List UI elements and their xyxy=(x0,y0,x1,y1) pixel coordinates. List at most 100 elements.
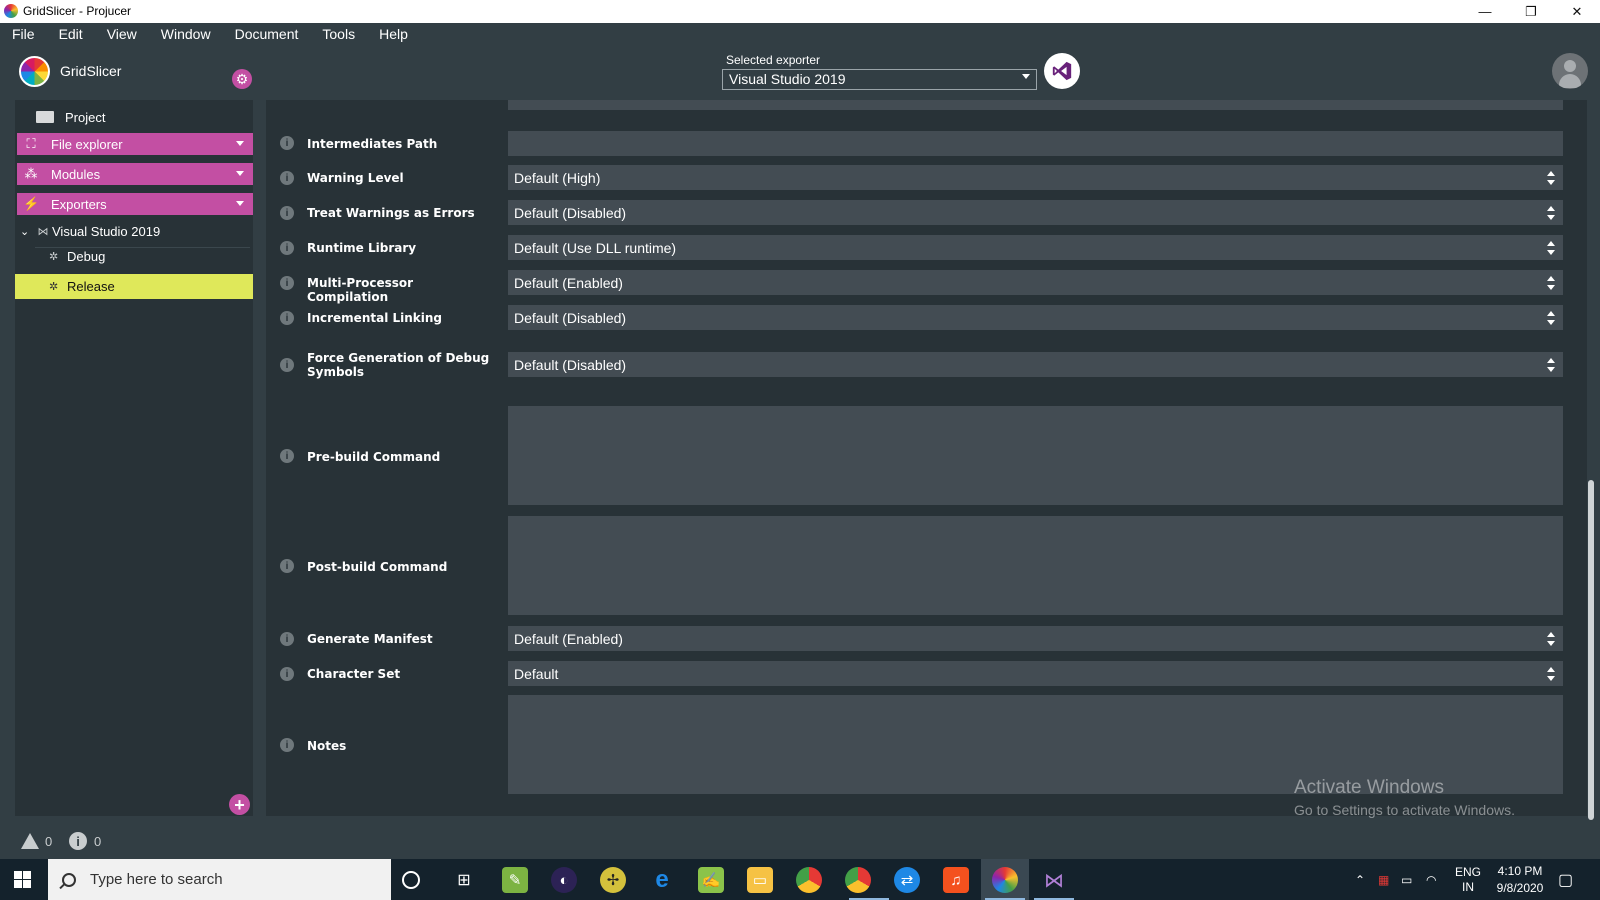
tray-app-icon[interactable]: ▦ xyxy=(1378,859,1389,900)
chevron-down-icon[interactable] xyxy=(236,141,244,146)
sidebar-section-file-explorer[interactable]: ⛶ File explorer xyxy=(17,133,253,155)
treat-warnings-select[interactable]: Default (Disabled) xyxy=(508,200,1563,225)
menu-view[interactable]: View xyxy=(95,26,149,42)
user-avatar[interactable] xyxy=(1552,53,1588,89)
battery-icon[interactable]: ▭ xyxy=(1401,859,1412,900)
add-exporter-button[interactable]: + xyxy=(229,794,250,815)
tree-item-release[interactable]: ✲ Release xyxy=(49,275,115,297)
character-set-select[interactable]: Default xyxy=(508,661,1563,686)
save-and-open-in-ide-button[interactable] xyxy=(1044,53,1080,89)
info-icon[interactable]: i xyxy=(280,358,294,372)
menu-tools[interactable]: Tools xyxy=(310,26,367,42)
language-indicator[interactable]: ENG IN xyxy=(1455,859,1481,900)
chrome-icon[interactable] xyxy=(796,867,822,893)
projucer-app-icon xyxy=(4,4,18,18)
lang-label: ENG xyxy=(1455,864,1482,879)
status-bar: 0 i 0 xyxy=(0,826,1600,856)
task-view-icon[interactable]: ⊞ xyxy=(451,867,477,893)
select-value: Default (Enabled) xyxy=(514,274,623,291)
sidebar: Project ⛶ File explorer ⁂ Modules ⚡ Expo… xyxy=(15,100,253,816)
visual-studio-icon: ⋈ xyxy=(37,225,49,238)
property-label: Runtime Library xyxy=(307,241,417,255)
info-icon[interactable]: i xyxy=(280,206,294,220)
info-icon[interactable]: i xyxy=(280,136,294,150)
search-placeholder: Type here to search xyxy=(90,871,223,888)
cortana-icon[interactable] xyxy=(402,871,420,889)
tree-item-visual-studio-2019[interactable]: ⌄ ⋈ Visual Studio 2019 xyxy=(20,220,160,242)
post-build-command-textarea[interactable] xyxy=(508,516,1563,615)
info-icon[interactable]: i xyxy=(280,632,294,646)
debug-symbols-select[interactable]: Default (Disabled) xyxy=(508,352,1563,377)
file-explorer-icon[interactable]: ▭ xyxy=(747,867,773,893)
info-count: 0 xyxy=(94,834,102,849)
generate-manifest-select[interactable]: Default (Enabled) xyxy=(508,626,1563,651)
menu-help[interactable]: Help xyxy=(367,26,420,42)
chevron-down-icon[interactable] xyxy=(236,171,244,176)
selected-exporter-label: Selected exporter xyxy=(726,53,821,67)
info-icon[interactable]: i xyxy=(280,449,294,463)
restore-button[interactable]: ❐ xyxy=(1508,0,1554,23)
close-button[interactable]: ✕ xyxy=(1554,0,1600,23)
chevron-down-icon[interactable] xyxy=(236,201,244,206)
project-settings-gear-icon[interactable]: ⚙ xyxy=(232,69,252,89)
exporter-dropdown[interactable]: Visual Studio 2019 xyxy=(722,69,1037,90)
tool-app-icon[interactable]: ✢ xyxy=(600,867,626,893)
projucer-icon[interactable] xyxy=(992,867,1018,893)
wifi-icon[interactable]: ◠ xyxy=(1426,859,1436,900)
chevron-down-icon[interactable]: ⌄ xyxy=(20,225,34,238)
info-icon[interactable]: i xyxy=(69,832,87,850)
warning-icon[interactable] xyxy=(21,833,39,849)
info-icon[interactable]: i xyxy=(280,559,294,573)
sidebar-item-project[interactable]: Project xyxy=(15,106,253,128)
taskbar-search-box[interactable]: Type here to search xyxy=(48,859,391,900)
menu-document[interactable]: Document xyxy=(223,26,311,42)
avatar-head xyxy=(1564,60,1576,72)
tree-item-release-selected[interactable]: ✲ Release xyxy=(15,274,253,299)
info-icon[interactable]: i xyxy=(280,276,294,290)
vertical-scrollbar[interactable] xyxy=(1588,480,1594,820)
multi-processor-select[interactable]: Default (Enabled) xyxy=(508,270,1563,295)
config-label: Release xyxy=(67,278,115,294)
notepad-plus-icon[interactable]: ✎ xyxy=(502,867,528,893)
tree-item-debug[interactable]: ✲ Debug xyxy=(49,245,105,267)
project-name: GridSlicer xyxy=(60,63,122,79)
chrome-icon-2[interactable] xyxy=(845,867,871,893)
visual-studio-icon[interactable]: ⋈ xyxy=(1041,867,1067,893)
info-icon[interactable]: i xyxy=(280,311,294,325)
partial-field xyxy=(508,100,1563,110)
property-label: Pre-build Command xyxy=(307,450,441,464)
select-value: Default (Disabled) xyxy=(514,356,627,373)
runtime-library-select[interactable]: Default (Use DLL runtime) xyxy=(508,235,1563,260)
edge-icon[interactable]: e xyxy=(649,866,675,893)
config-gear-icon: ✲ xyxy=(49,250,59,263)
menu-edit[interactable]: Edit xyxy=(47,26,95,42)
select-value: Default (Disabled) xyxy=(514,309,627,326)
exporter-properties-panel[interactable]: i Intermediates Path i Warning Level Def… xyxy=(266,100,1587,816)
window-title: GridSlicer - Projucer xyxy=(23,4,132,18)
info-icon[interactable]: i xyxy=(280,241,294,255)
tray-up-arrow-icon[interactable]: ⌃ xyxy=(1355,859,1365,900)
warning-level-select[interactable]: Default (High) xyxy=(508,165,1563,190)
watermark-subtitle: Go to Settings to activate Windows. xyxy=(1294,802,1515,818)
info-icon[interactable]: i xyxy=(280,738,294,752)
sidebar-section-modules[interactable]: ⁂ Modules xyxy=(17,163,253,185)
up-down-arrows-icon xyxy=(1547,356,1555,374)
chevron-down-icon xyxy=(1022,74,1030,79)
intermediates-path-input[interactable] xyxy=(508,131,1563,156)
windows-start-icon[interactable] xyxy=(14,871,31,888)
minimize-button[interactable]: — xyxy=(1462,0,1508,23)
sidebar-section-exporters[interactable]: ⚡ Exporters xyxy=(17,193,253,215)
info-icon[interactable]: i xyxy=(280,171,294,185)
eclipse-icon[interactable]: ◐ xyxy=(551,867,577,893)
teamviewer-icon[interactable]: ⇄ xyxy=(894,867,920,893)
clock[interactable]: 4:10 PM 9/8/2020 xyxy=(1492,859,1548,900)
menu-file[interactable]: File xyxy=(0,26,47,42)
menu-window[interactable]: Window xyxy=(149,26,223,42)
music-app-icon[interactable]: ♫ xyxy=(943,867,969,893)
incremental-linking-select[interactable]: Default (Disabled) xyxy=(508,305,1563,330)
property-label: Character Set xyxy=(307,667,401,681)
pre-build-command-textarea[interactable] xyxy=(508,406,1563,505)
editor-icon[interactable]: ✍ xyxy=(698,867,724,893)
notification-icon[interactable]: ▢ xyxy=(1558,859,1573,900)
info-icon[interactable]: i xyxy=(280,667,294,681)
